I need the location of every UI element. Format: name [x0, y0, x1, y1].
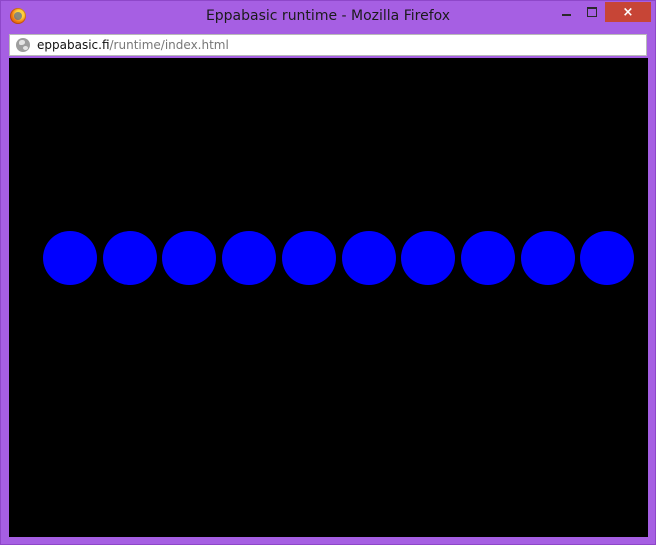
maximize-button[interactable]	[579, 2, 605, 22]
minimize-button[interactable]	[553, 2, 579, 22]
browser-window: Eppabasic runtime - Mozilla Firefox × ep…	[0, 0, 656, 545]
runtime-canvas[interactable]	[9, 58, 648, 537]
blue-circle	[401, 231, 455, 285]
url-text[interactable]: eppabasic.fi/runtime/index.html	[37, 38, 229, 52]
blue-circle	[342, 231, 396, 285]
blue-circle	[103, 231, 157, 285]
blue-circle	[222, 231, 276, 285]
title-bar[interactable]: Eppabasic runtime - Mozilla Firefox ×	[1, 1, 655, 31]
blue-circle	[282, 231, 336, 285]
maximize-icon	[587, 7, 597, 17]
blue-circle	[162, 231, 216, 285]
close-icon: ×	[622, 4, 634, 20]
url-domain: eppabasic.fi	[37, 38, 110, 52]
url-path: /runtime/index.html	[109, 38, 229, 52]
blue-circle	[521, 231, 575, 285]
globe-icon[interactable]	[16, 38, 30, 52]
blue-circle	[43, 231, 97, 285]
close-button[interactable]: ×	[605, 2, 651, 22]
minimize-icon	[561, 14, 571, 16]
address-bar[interactable]: eppabasic.fi/runtime/index.html	[9, 34, 647, 56]
blue-circle	[580, 231, 634, 285]
blue-circle	[461, 231, 515, 285]
